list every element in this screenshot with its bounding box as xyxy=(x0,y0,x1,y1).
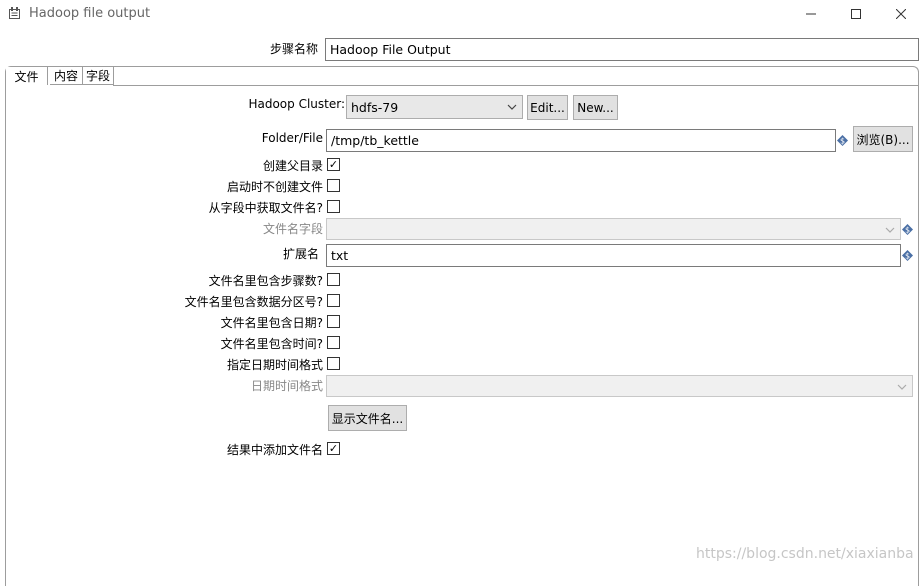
svg-text:$: $ xyxy=(905,252,910,261)
add-to-result-label: 结果中添加文件名 xyxy=(226,443,323,457)
tab-content-label: 内容 xyxy=(53,69,78,83)
no-create-on-start-label: 启动时不创建文件 xyxy=(226,180,323,194)
extension-label: 扩展名 xyxy=(282,247,319,261)
include-partition-checkbox[interactable] xyxy=(327,294,340,307)
datetime-format-label: 日期时间格式 xyxy=(250,379,323,393)
minimize-button[interactable] xyxy=(788,0,834,28)
minimize-icon xyxy=(806,13,816,15)
variable-icon: $ xyxy=(902,250,913,261)
chevron-down-icon xyxy=(897,384,907,390)
tab-content[interactable]: 内容 xyxy=(50,67,83,85)
include-stepnr-checkbox[interactable] xyxy=(327,273,340,286)
tab-strip-divider xyxy=(113,85,919,86)
filename-from-field-checkbox[interactable] xyxy=(327,200,340,213)
close-button[interactable] xyxy=(878,0,920,28)
chevron-down-icon xyxy=(885,227,895,233)
show-filenames-button[interactable]: 显示文件名... xyxy=(328,405,407,431)
browse-button[interactable]: 浏览(B)... xyxy=(853,126,913,152)
svg-text:$: $ xyxy=(840,137,845,146)
include-stepnr-label: 文件名里包含步骤数? xyxy=(208,274,323,288)
tab-file-label: 文件 xyxy=(14,69,39,84)
include-time-label: 文件名里包含时间? xyxy=(220,337,323,351)
new-cluster-button[interactable]: New... xyxy=(573,95,618,120)
datetime-format-select[interactable] xyxy=(326,375,913,397)
specify-format-checkbox[interactable] xyxy=(327,357,340,370)
cluster-select[interactable]: hdfs-79 xyxy=(346,95,523,119)
maximize-icon xyxy=(851,9,861,19)
variable-icon: $ xyxy=(837,135,848,146)
chevron-down-icon xyxy=(507,104,517,110)
variable-icon: $ xyxy=(902,224,913,235)
include-partition-label: 文件名里包含数据分区号? xyxy=(184,295,323,309)
app-icon xyxy=(9,7,20,19)
tab-fields[interactable]: 字段 xyxy=(83,67,114,85)
svg-text:$: $ xyxy=(905,226,910,235)
close-icon xyxy=(896,9,906,19)
filename-field-select[interactable] xyxy=(326,218,901,240)
cluster-label: Hadoop Cluster: xyxy=(248,97,345,111)
edit-cluster-button[interactable]: Edit... xyxy=(527,95,568,120)
tab-file[interactable]: 文件 xyxy=(6,67,48,85)
filename-field-label: 文件名字段 xyxy=(262,222,323,236)
step-name-label: 步骤名称 xyxy=(269,42,318,56)
specify-format-label: 指定日期时间格式 xyxy=(226,358,323,372)
folder-label: Folder/File xyxy=(261,131,323,145)
folder-input[interactable]: /tmp/tb_kettle xyxy=(326,129,836,152)
filename-from-field-label: 从字段中获取文件名? xyxy=(208,201,323,215)
window-title: Hadoop file output xyxy=(29,6,151,21)
tab-fields-label: 字段 xyxy=(85,69,110,83)
add-to-result-checkbox[interactable]: ✓ xyxy=(327,442,340,455)
create-parent-checkbox[interactable]: ✓ xyxy=(327,158,340,171)
include-date-label: 文件名里包含日期? xyxy=(220,316,323,330)
create-parent-label: 创建父目录 xyxy=(262,159,323,173)
include-time-checkbox[interactable] xyxy=(327,336,340,349)
no-create-on-start-checkbox[interactable] xyxy=(327,179,340,192)
include-date-checkbox[interactable] xyxy=(327,315,340,328)
title-bar: Hadoop file output xyxy=(0,0,920,28)
cluster-value: hdfs-79 xyxy=(351,99,399,115)
maximize-button[interactable] xyxy=(833,0,879,28)
step-name-input[interactable]: Hadoop File Output xyxy=(325,38,919,61)
extension-input[interactable]: txt xyxy=(326,244,901,267)
watermark: https://blog.csdn.net/xiaxianba xyxy=(696,546,914,562)
